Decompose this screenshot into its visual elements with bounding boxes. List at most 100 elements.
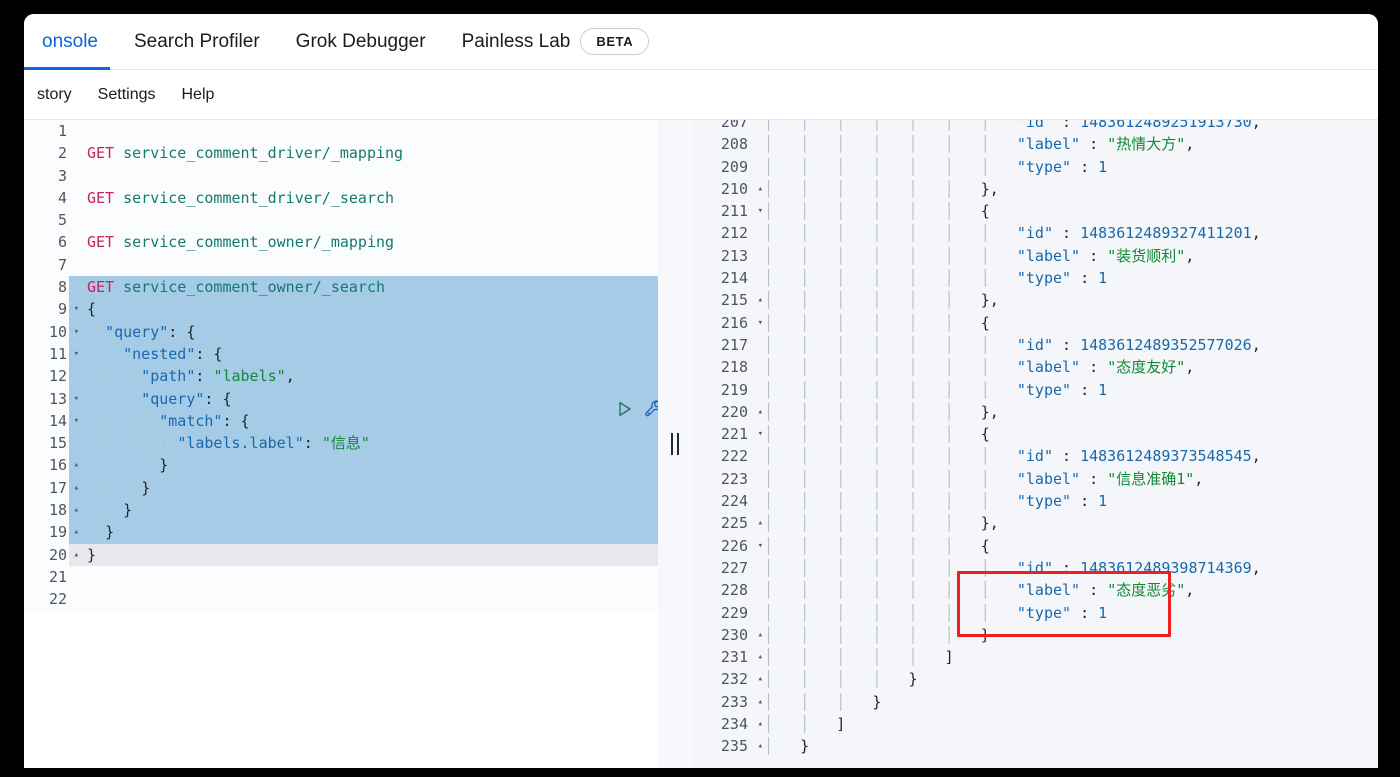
code-line[interactable]: 210 ▴ │ │ │ │ │ │ }, xyxy=(692,177,1378,201)
code-line[interactable]: 9 ▾ { xyxy=(24,298,658,321)
code-line[interactable]: 223 │ │ │ │ │ │ │ "label" : "信息准确1", xyxy=(692,467,1378,491)
indent-guides: │ │ │ │ │ │ xyxy=(764,625,981,644)
code-line[interactable]: 222 │ │ │ │ │ │ │ "id" : 1483612489373548… xyxy=(692,445,1378,468)
code-token: 1 xyxy=(1098,603,1108,622)
code-line[interactable]: 233 ▴ │ │ │ } xyxy=(692,690,1378,714)
code-line[interactable]: 232 ▴ │ │ │ │ } xyxy=(692,668,1378,691)
tab-onsole[interactable]: onsole xyxy=(24,14,116,70)
code-line[interactable]: 229 │ │ │ │ │ │ │ "type" : 1 xyxy=(692,601,1378,624)
line-number: 223 xyxy=(692,467,752,491)
code-token: "label" xyxy=(1016,581,1081,600)
code-line-content xyxy=(69,165,658,187)
code-line[interactable]: 22 xyxy=(24,588,658,611)
response-viewer-code[interactable]: 207 │ │ │ │ │ │ │ "id" : 1483612489251913… xyxy=(692,120,1378,758)
code-line[interactable]: 2 GET service_comment_driver/_mapping xyxy=(24,142,658,165)
code-line[interactable]: 224 │ │ │ │ │ │ │ "type" : 1 xyxy=(692,490,1378,513)
code-line[interactable]: 21 xyxy=(24,565,658,589)
play-icon[interactable] xyxy=(616,400,634,418)
resize-grip[interactable] xyxy=(671,433,679,455)
response-viewer-pane[interactable]: 207 │ │ │ │ │ │ │ "id" : 1483612489251913… xyxy=(692,120,1378,768)
code-line[interactable]: 235 ▴ │ } xyxy=(692,735,1378,758)
menu-item-settings[interactable]: Settings xyxy=(85,86,169,104)
code-token: : xyxy=(1080,358,1108,377)
code-line[interactable]: 215 ▴ │ │ │ │ │ │ }, xyxy=(692,289,1378,312)
code-line[interactable]: 11 ▾ │ "nested": { xyxy=(24,342,658,366)
code-line[interactable]: 220 ▴ │ │ │ │ │ │ }, xyxy=(692,400,1378,424)
line-number: 14 ▾ xyxy=(24,409,79,433)
code-token: : xyxy=(1053,335,1081,354)
code-line[interactable]: 15 │ │ │ │ "labels.label": "信息" xyxy=(24,432,658,455)
code-line[interactable]: 19 ▴ } xyxy=(24,521,658,544)
code-token: "label" xyxy=(1016,358,1081,377)
code-token: │ xyxy=(105,478,115,497)
code-line-content: │ │ │ │ │ │ │ "id" : 1483612489352577026… xyxy=(752,334,1378,356)
code-line[interactable]: 211 ▾ │ │ │ │ │ │ { xyxy=(692,200,1378,223)
code-line-content: │ │ │ │ │ │ │ "id" : 1483612489251913730… xyxy=(752,120,1378,133)
code-token: }, xyxy=(980,402,999,421)
code-line[interactable]: 231 ▴ │ │ │ │ │ ] xyxy=(692,646,1378,669)
code-line[interactable]: 219 │ │ │ │ │ │ │ "type" : 1 xyxy=(692,378,1378,401)
panel-resize-handle[interactable] xyxy=(658,120,692,768)
tab-painless-lab[interactable]: Painless Lab BETA xyxy=(444,14,668,70)
code-line[interactable]: 213 │ │ │ │ │ │ │ "label" : "装货顺利", xyxy=(692,244,1378,268)
tab-search-profiler[interactable]: Search Profiler xyxy=(116,14,278,70)
code-line[interactable]: 209 │ │ │ │ │ │ │ "type" : 1 xyxy=(692,155,1378,178)
line-number: 2 xyxy=(24,142,69,165)
code-line[interactable]: 4 GET service_comment_driver/_search xyxy=(24,186,658,210)
code-line[interactable]: 17 ▴ │ │ } xyxy=(24,476,658,500)
line-number: 214 xyxy=(692,267,752,290)
code-line[interactable]: 227 │ │ │ │ │ │ │ "id" : 1483612489398714… xyxy=(692,556,1378,580)
code-line[interactable]: 13 ▾ │ │ "query": { xyxy=(24,387,658,410)
code-line[interactable]: 218 │ │ │ │ │ │ │ "label" : "态度友好", xyxy=(692,356,1378,379)
code-line[interactable]: 225 ▴ │ │ │ │ │ │ }, xyxy=(692,512,1378,535)
request-editor-pane[interactable]: 1 2 GET service_comment_driver/_mapping 3 4 G… xyxy=(24,120,658,768)
code-line[interactable]: 230 ▴ │ │ │ │ │ │ } xyxy=(692,623,1378,647)
code-token: , xyxy=(1185,581,1195,600)
wrench-icon[interactable] xyxy=(643,398,658,420)
indent-guides: │ │ │ │ │ │ │ xyxy=(764,224,1017,243)
code-token: "type" xyxy=(1016,492,1072,511)
code-line[interactable]: 1 xyxy=(24,120,658,143)
code-line[interactable]: 208 │ │ │ │ │ │ │ "label" : "热情大方", xyxy=(692,133,1378,156)
code-line[interactable]: 20 ▴} xyxy=(24,543,658,566)
code-line[interactable]: 12 │ │ "path": "labels", xyxy=(24,365,658,388)
code-line[interactable]: 6 GET service_comment_owner/_mapping xyxy=(24,231,658,254)
request-editor-code[interactable]: 1 2 GET service_comment_driver/_mapping 3 4 G… xyxy=(24,120,658,611)
indent-guides: │ │ │ xyxy=(764,692,873,711)
code-token: "信息准确1" xyxy=(1107,469,1195,488)
code-line[interactable]: 207 │ │ │ │ │ │ │ "id" : 1483612489251913… xyxy=(692,120,1378,134)
code-line[interactable]: 16 ▴ │ │ │ } xyxy=(24,454,658,477)
code-line[interactable]: 226 ▾ │ │ │ │ │ │ { xyxy=(692,534,1378,557)
code-line[interactable]: 7 xyxy=(24,253,658,277)
code-line[interactable]: 5 xyxy=(24,209,658,232)
code-line-content: │ } xyxy=(69,499,658,521)
code-line[interactable]: 221 ▾ │ │ │ │ │ │ { xyxy=(692,423,1378,446)
code-line[interactable]: 8 GET service_comment_owner/_search xyxy=(24,276,658,299)
line-number: 230 ▴ xyxy=(692,623,763,647)
code-token: 1483612489352577026 xyxy=(1080,335,1252,354)
code-token: GET xyxy=(87,188,115,207)
code-token: : xyxy=(1053,447,1081,466)
code-token: "type" xyxy=(1016,269,1072,288)
tab-grok-debugger[interactable]: Grok Debugger xyxy=(278,14,444,70)
indent-guides: │ │ │ │ │ │ xyxy=(764,202,981,221)
code-line[interactable]: 3 xyxy=(24,164,658,187)
code-line[interactable]: 234 ▴ │ │ ] xyxy=(692,713,1378,736)
code-line[interactable]: 216 ▾ │ │ │ │ │ │ { xyxy=(692,311,1378,334)
code-line[interactable]: 10 ▾ "query": { xyxy=(24,320,658,343)
code-line[interactable]: 212 │ │ │ │ │ │ │ "id" : 1483612489327411… xyxy=(692,222,1378,245)
menu-item-help[interactable]: Help xyxy=(168,86,227,104)
line-number: 4 xyxy=(24,186,69,210)
code-line[interactable]: 214 │ │ │ │ │ │ │ "type" : 1 xyxy=(692,267,1378,290)
code-line[interactable]: 18 ▴ │ } xyxy=(24,499,658,522)
code-line[interactable]: 228 │ │ │ │ │ │ │ "label" : "态度恶劣", xyxy=(692,579,1378,602)
line-number: 5 xyxy=(24,209,69,232)
menu-item-story[interactable]: story xyxy=(24,86,85,104)
code-line[interactable]: 14 ▾ │ │ │ "match": { xyxy=(24,409,658,433)
code-line[interactable]: 217 │ │ │ │ │ │ │ "id" : 1483612489352577… xyxy=(692,333,1378,357)
